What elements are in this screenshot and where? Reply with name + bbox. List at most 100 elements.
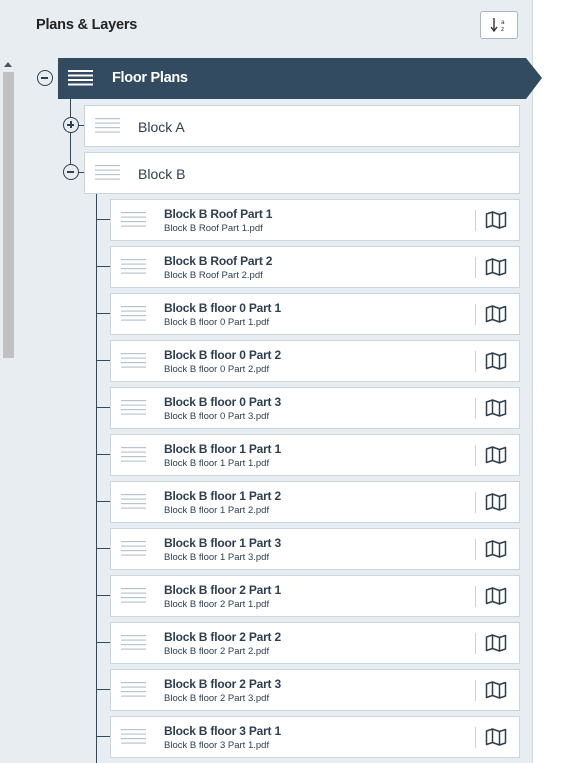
plan-item[interactable]: Block B floor 1 Part 2 Block B floor 1 Pa… (110, 481, 520, 523)
plan-filename: Block B floor 3 Part 1.pdf (164, 740, 270, 751)
collapse-icon[interactable] (37, 70, 53, 86)
map-icon[interactable] (485, 587, 507, 605)
drag-handle-icon[interactable] (95, 165, 120, 181)
divider (475, 539, 476, 560)
plan-name: Block B Roof Part 1 (164, 207, 273, 221)
tree-line (96, 193, 97, 763)
drag-handle-icon[interactable] (121, 682, 146, 698)
tree-line (96, 360, 110, 361)
drag-handle-icon[interactable] (121, 494, 146, 510)
root-floor-plans[interactable]: Floor Plans (58, 58, 542, 99)
tree-line (96, 266, 110, 267)
drag-handle-icon[interactable] (121, 259, 146, 275)
drag-handle-icon[interactable] (121, 400, 146, 416)
map-icon[interactable] (485, 493, 507, 511)
tree-line (96, 454, 110, 455)
group-block-a[interactable]: Block A (84, 105, 520, 147)
plan-item[interactable]: Block B floor 2 Part 1 Block B floor 2 Pa… (110, 575, 520, 617)
drag-handle-icon[interactable] (121, 635, 146, 651)
drag-handle-icon[interactable] (121, 447, 146, 463)
map-icon[interactable] (485, 305, 507, 323)
divider (475, 492, 476, 513)
tree-line (70, 99, 71, 172)
divider (475, 210, 476, 231)
divider (475, 257, 476, 278)
plan-item[interactable]: Block B floor 2 Part 2 Block B floor 2 Pa… (110, 622, 520, 664)
drag-handle-icon[interactable] (121, 306, 146, 322)
svg-text:z: z (501, 26, 504, 33)
panel-header: Plans & Layers a z (0, 0, 532, 52)
plan-item[interactable]: Block B floor 1 Part 3 Block B floor 1 Pa… (110, 528, 520, 570)
drag-handle-icon[interactable] (121, 541, 146, 557)
divider (475, 398, 476, 419)
plan-item[interactable]: Block B floor 2 Part 3 Block B floor 2 Pa… (110, 669, 520, 711)
svg-text:a: a (501, 19, 505, 26)
plan-filename: Block B floor 1 Part 1.pdf (164, 458, 270, 469)
map-icon[interactable] (485, 399, 507, 417)
plan-filename: Block B floor 0 Part 3.pdf (164, 411, 270, 422)
expand-icon[interactable] (63, 117, 79, 133)
map-icon[interactable] (485, 352, 507, 370)
tree-line (96, 407, 110, 408)
divider (475, 633, 476, 654)
plan-item[interactable]: Block B floor 3 Part 1 Block B floor 3 Pa… (110, 716, 520, 758)
plan-name: Block B floor 2 Part 3 (164, 677, 281, 691)
drag-handle-icon[interactable] (95, 118, 120, 134)
plan-name: Block B floor 0 Part 2 (164, 348, 281, 362)
divider (475, 304, 476, 325)
plan-filename: Block B floor 0 Part 1.pdf (164, 317, 270, 328)
plan-filename: Block B floor 2 Part 3.pdf (164, 693, 270, 704)
plan-item[interactable]: Block B floor 0 Part 3 Block B floor 0 Pa… (110, 387, 520, 429)
plan-filename: Block B floor 1 Part 3.pdf (164, 552, 270, 563)
plan-item[interactable]: Block B Roof Part 2 Block B Roof Part 2.p… (110, 246, 520, 288)
sort-ascending-icon: a z (490, 18, 505, 33)
drag-handle-icon[interactable] (121, 212, 146, 228)
drag-handle-icon[interactable] (121, 588, 146, 604)
map-icon[interactable] (485, 728, 507, 746)
scrollbar-thumb[interactable] (3, 72, 14, 358)
scroll-up-icon[interactable] (4, 62, 12, 67)
drag-handle-icon[interactable] (121, 353, 146, 369)
group-block-b[interactable]: Block B (84, 152, 520, 194)
group-label: Block A (138, 119, 185, 135)
map-icon[interactable] (485, 211, 507, 229)
drag-handle-icon[interactable] (121, 729, 146, 745)
tree-line (96, 689, 110, 690)
plan-item[interactable]: Block B Roof Part 1 Block B Roof Part 1.p… (110, 199, 520, 241)
plan-name: Block B floor 0 Part 3 (164, 395, 281, 409)
tree-line (96, 548, 110, 549)
plan-name: Block B floor 2 Part 2 (164, 630, 281, 644)
plan-item[interactable]: Block B floor 1 Part 1 Block B floor 1 Pa… (110, 434, 520, 476)
plan-name: Block B floor 1 Part 2 (164, 489, 281, 503)
plan-name: Block B floor 0 Part 1 (164, 301, 281, 315)
map-icon[interactable] (485, 446, 507, 464)
plan-item[interactable]: Block B floor 0 Part 2 Block B floor 0 Pa… (110, 340, 520, 382)
tree-line (96, 219, 110, 220)
sort-button[interactable]: a z (480, 11, 518, 39)
divider (475, 727, 476, 748)
map-icon[interactable] (485, 258, 507, 276)
tree-line (96, 313, 110, 314)
plan-filename: Block B floor 0 Part 2.pdf (164, 364, 270, 375)
map-icon[interactable] (485, 681, 507, 699)
group-label: Block B (138, 166, 186, 182)
divider (475, 445, 476, 466)
plan-name: Block B floor 1 Part 1 (164, 442, 281, 456)
plan-filename: Block B Roof Part 2.pdf (164, 270, 263, 281)
plan-filename: Block B Roof Part 1.pdf (164, 223, 263, 234)
map-icon[interactable] (485, 540, 507, 558)
map-icon[interactable] (485, 634, 507, 652)
plan-filename: Block B floor 2 Part 2.pdf (164, 646, 270, 657)
tree-line (96, 642, 110, 643)
tree-line (96, 501, 110, 502)
plan-item[interactable]: Block B floor 0 Part 1 Block B floor 0 Pa… (110, 293, 520, 335)
plan-name: Block B floor 3 Part 1 (164, 724, 281, 738)
tree-line (96, 595, 110, 596)
root-label: Floor Plans (112, 70, 188, 86)
divider (475, 351, 476, 372)
panel-title: Plans & Layers (36, 17, 138, 33)
plan-filename: Block B floor 1 Part 2.pdf (164, 505, 270, 516)
drag-handle-icon[interactable] (68, 70, 93, 86)
collapse-icon[interactable] (63, 164, 79, 180)
divider (475, 680, 476, 701)
